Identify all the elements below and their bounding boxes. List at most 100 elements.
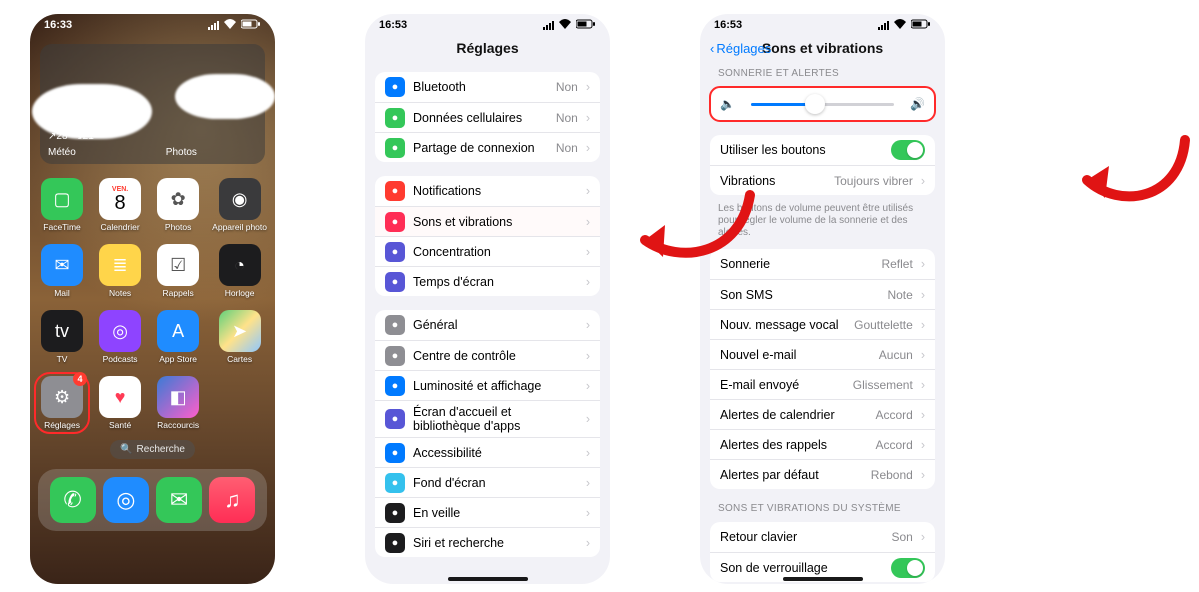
home-screen-phone: 16:33 Nuageux ↗28° ↘21° Météo Photos ▢Fa… xyxy=(30,14,275,584)
use-buttons-label: Utiliser les boutons xyxy=(720,143,883,157)
vibrations-row[interactable]: Vibrations Toujours vibrer › xyxy=(710,165,935,195)
app-icon: ◧ xyxy=(157,376,199,418)
app-podcasts[interactable]: ◎Podcasts xyxy=(96,310,144,364)
section-header-ringer: SONNERIE ET ALERTES xyxy=(718,68,927,79)
chevron-right-icon: › xyxy=(586,318,590,332)
app-notes[interactable]: ≣Notes xyxy=(96,244,144,298)
app-sant-[interactable]: ♥︎Santé xyxy=(96,376,144,430)
row-value: Accord xyxy=(875,408,912,422)
settings-row--cran-d-accueil-et-biblioth-que-d-apps[interactable]: ●Écran d'accueil et bibliothèque d'apps› xyxy=(375,400,600,437)
home-search[interactable]: 🔍 Recherche xyxy=(110,440,195,459)
settings-row-fond-d-cran[interactable]: ●Fond d'écran› xyxy=(375,467,600,497)
home-indicator[interactable] xyxy=(783,577,863,581)
app-photos[interactable]: ✿ Photos xyxy=(154,178,202,232)
row-label: Général xyxy=(413,318,578,332)
app-calendrier[interactable]: VEN.8Calendrier xyxy=(96,178,144,232)
app-icon: ▢ xyxy=(41,178,83,220)
app-icon: A xyxy=(157,310,199,352)
app-raccourcis[interactable]: ◧Raccourcis xyxy=(154,376,202,430)
app-facetime[interactable]: ▢FaceTime xyxy=(38,178,86,232)
settings-row-alertes-des-rappels[interactable]: Alertes des rappelsAccord› xyxy=(710,429,935,459)
settings-row-alertes-par-d-faut[interactable]: Alertes par défautRebond› xyxy=(710,459,935,489)
app-icon: ≣ xyxy=(99,244,141,286)
app-appareil-photo[interactable]: ◉Appareil photo xyxy=(212,178,267,232)
row-label: Retour clavier xyxy=(720,530,883,544)
app-r-glages[interactable]: ⚙︎4 Réglages xyxy=(38,376,86,430)
messages-icon[interactable]: ✉︎ xyxy=(156,477,202,523)
app-icon: tv xyxy=(41,310,83,352)
back-button[interactable]: ‹ Réglages xyxy=(710,41,771,56)
app-app-store[interactable]: A App Store xyxy=(154,310,202,364)
settings-row-bluetooth[interactable]: ●BluetoothNon› xyxy=(375,72,600,102)
app-icon: VEN.8 xyxy=(99,178,141,220)
row-label: Alertes des rappels xyxy=(720,438,867,452)
phone-icon[interactable]: ✆ xyxy=(50,477,96,523)
app-icon: ✿ xyxy=(157,178,199,220)
nav-title: Réglages xyxy=(456,40,518,56)
weather-widget[interactable]: Nuageux ↗28° ↘21° Météo Photos xyxy=(40,44,265,164)
app-cartes[interactable]: ➤Cartes xyxy=(212,310,267,364)
app-icon: ◔ xyxy=(219,244,261,286)
settings-row-partage-de-connexion[interactable]: ●Partage de connexionNon› xyxy=(375,132,600,162)
chevron-right-icon: › xyxy=(586,506,590,520)
settings-row-donn-es-cellulaires[interactable]: ●Données cellulairesNon› xyxy=(375,102,600,132)
chevron-right-icon: › xyxy=(586,245,590,259)
vibrations-value: Toujours vibrer xyxy=(834,174,913,188)
app-icon: ✉︎ xyxy=(41,244,83,286)
row-value: Note xyxy=(887,288,912,302)
row-value: Glissement xyxy=(853,378,913,392)
volume-slider-track[interactable] xyxy=(751,103,894,106)
status-icons xyxy=(878,19,931,32)
app-mail[interactable]: ✉︎Mail xyxy=(38,244,86,298)
settings-row-notifications[interactable]: ●Notifications› xyxy=(375,176,600,206)
settings-row-en-veille[interactable]: ●En veille› xyxy=(375,497,600,527)
settings-row-alertes-de-calendrier[interactable]: Alertes de calendrierAccord› xyxy=(710,399,935,429)
status-bar: 16:33 xyxy=(30,14,275,36)
bluetooth-icon: ● xyxy=(385,77,405,97)
settings-row-centre-de-contr-le[interactable]: ●Centre de contrôle› xyxy=(375,340,600,370)
app-horloge[interactable]: ◔Horloge xyxy=(212,244,267,298)
app-rappels[interactable]: ☑︎Rappels xyxy=(154,244,202,298)
app-label: App Store xyxy=(159,354,197,364)
sound-mapping-group: SonnerieReflet›Son SMSNote›Nouv. message… xyxy=(710,249,935,489)
row-value: Rebond xyxy=(871,468,913,482)
app-label: Photos xyxy=(165,222,191,232)
settings-row-nouvel-e-mail[interactable]: Nouvel e-mailAucun› xyxy=(710,339,935,369)
sun-icon: ● xyxy=(385,376,405,396)
settings-row-accessibilit-[interactable]: ●Accessibilité› xyxy=(375,437,600,467)
music-icon[interactable]: ♫ xyxy=(209,477,255,523)
use-buttons-toggle[interactable] xyxy=(891,140,925,160)
settings-row-sonnerie[interactable]: SonnerieReflet› xyxy=(710,249,935,279)
settings-row-siri-et-recherche[interactable]: ●Siri et recherche› xyxy=(375,527,600,557)
row-toggle[interactable] xyxy=(891,558,925,578)
settings-row-nouv-message-vocal[interactable]: Nouv. message vocalGouttelette› xyxy=(710,309,935,339)
app-icon: ⚙︎4 xyxy=(41,376,83,418)
app-tv[interactable]: tvTV xyxy=(38,310,86,364)
system-sounds-group: Retour clavierSon›Son de verrouillage xyxy=(710,522,935,582)
settings-row-retour-clavier[interactable]: Retour clavierSon› xyxy=(710,522,935,552)
settings-row-concentration[interactable]: ●Concentration› xyxy=(375,236,600,266)
weather-condition: Nuageux xyxy=(48,120,197,132)
settings-row-e-mail-envoy-[interactable]: E-mail envoyéGlissement› xyxy=(710,369,935,399)
settings-row-luminosit-et-affichage[interactable]: ●Luminosité et affichage› xyxy=(375,370,600,400)
settings-group-connectivity: ●BluetoothNon›●Données cellulairesNon›●P… xyxy=(375,72,600,162)
settings-row-son-sms[interactable]: Son SMSNote› xyxy=(710,279,935,309)
chevron-right-icon: › xyxy=(921,468,925,482)
standby-icon: ● xyxy=(385,503,405,523)
use-buttons-row[interactable]: Utiliser les boutons xyxy=(710,135,935,165)
app-label: Réglages xyxy=(44,420,80,430)
home-indicator[interactable] xyxy=(448,577,528,581)
settings-group-notifications: ●Notifications›●Sons et vibrations›●Conc… xyxy=(375,176,600,296)
app-label: Cartes xyxy=(227,354,252,364)
status-time: 16:33 xyxy=(44,19,72,31)
app-icon: ◉ xyxy=(219,178,261,220)
chevron-right-icon: › xyxy=(586,215,590,229)
settings-row-g-n-ral[interactable]: ●Général› xyxy=(375,310,600,340)
row-value: Non xyxy=(556,111,578,125)
settings-row-temps-d-cran[interactable]: ●Temps d'écran› xyxy=(375,266,600,296)
settings-row-sons-et-vibrations[interactable]: ●Sons et vibrations› xyxy=(375,206,600,236)
safari-icon[interactable]: ◎ xyxy=(103,477,149,523)
ringer-volume-slider[interactable]: 🔈 🔊 xyxy=(710,87,935,121)
row-value: Reflet xyxy=(881,257,912,271)
chevron-right-icon: › xyxy=(586,379,590,393)
